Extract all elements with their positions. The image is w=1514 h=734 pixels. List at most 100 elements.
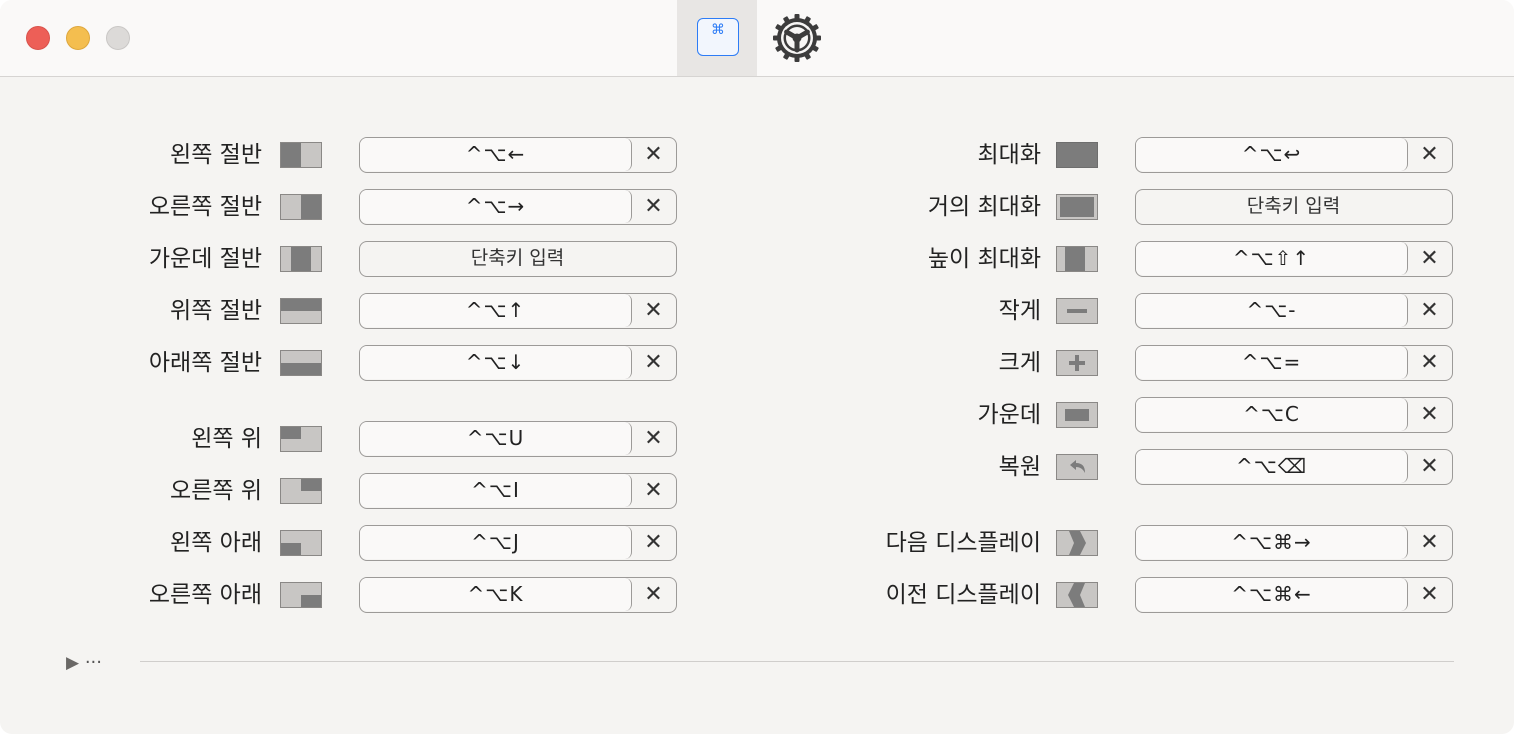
shortcut-value[interactable]: ^⌥↓	[360, 346, 632, 379]
clear-shortcut-button[interactable]: ✕	[632, 474, 675, 507]
shortcut-recorder[interactable]: ^⌥= ✕	[1135, 345, 1453, 381]
clear-shortcut-button[interactable]: ✕	[1408, 578, 1451, 611]
center-half-icon	[280, 246, 322, 272]
action-label: 오른쪽 아래	[148, 582, 262, 608]
clear-shortcut-button[interactable]: ✕	[1408, 242, 1451, 275]
action-row-larger: 크게 ^⌥= ✕	[700, 345, 1456, 381]
shortcut-value[interactable]: ^⌥⌫	[1136, 450, 1408, 483]
action-label: 복원	[998, 454, 1041, 480]
maximize-height-icon	[1056, 246, 1098, 272]
bottom-left-icon	[280, 530, 322, 556]
action-label: 다음 디스플레이	[885, 530, 1041, 556]
larger-icon	[1056, 350, 1098, 376]
shortcut-placeholder[interactable]: 단축키 입력	[1136, 190, 1451, 223]
shortcut-placeholder[interactable]: 단축키 입력	[360, 242, 675, 275]
shortcut-value[interactable]: ^⌥⌘←	[1136, 578, 1408, 611]
action-row-almost-maximize: 거의 최대화 단축키 입력	[700, 189, 1456, 225]
clear-shortcut-button[interactable]: ✕	[632, 346, 675, 379]
keyboard-command-icon: ⌘	[697, 18, 739, 56]
action-label: 크게	[998, 350, 1041, 376]
action-row-top-right: 오른쪽 위 ^⌥I ✕	[0, 473, 680, 509]
shortcut-value[interactable]: ^⌥↩	[1136, 138, 1408, 171]
clear-shortcut-button[interactable]: ✕	[632, 294, 675, 327]
action-row-bottom-left: 왼쪽 아래 ^⌥J ✕	[0, 525, 680, 561]
center-icon	[1056, 402, 1098, 428]
clear-shortcut-button[interactable]: ✕	[632, 190, 675, 223]
shortcut-recorder[interactable]: ^⌥C ✕	[1135, 397, 1453, 433]
tab-keyboard-shortcuts[interactable]: ⌘	[677, 0, 757, 76]
action-row-center-half: 가운데 절반 단축키 입력	[0, 241, 680, 277]
zoom-window-button[interactable]	[106, 26, 130, 50]
shortcut-recorder[interactable]: ^⌥→ ✕	[359, 189, 677, 225]
action-row-restore: 복원 ^⌥⌫ ✕	[700, 449, 1456, 485]
action-row-bottom-right: 오른쪽 아래 ^⌥K ✕	[0, 577, 680, 613]
tab-preferences[interactable]	[757, 0, 837, 76]
shortcut-recorder[interactable]: 단축키 입력	[359, 241, 677, 277]
shortcut-recorder[interactable]: ^⌥↑ ✕	[359, 293, 677, 329]
action-label: 위쪽 절반	[170, 298, 262, 324]
clear-shortcut-button[interactable]: ✕	[1408, 526, 1451, 559]
action-label: 가운데 절반	[148, 246, 262, 272]
action-row-top-half: 위쪽 절반 ^⌥↑ ✕	[0, 293, 680, 329]
action-row-top-left: 왼쪽 위 ^⌥U ✕	[0, 421, 680, 457]
footer-divider	[140, 661, 1454, 662]
shortcut-recorder[interactable]: ^⌥I ✕	[359, 473, 677, 509]
close-window-button[interactable]	[26, 26, 50, 50]
shortcut-value[interactable]: ^⌥I	[360, 474, 632, 507]
shortcut-recorder[interactable]: ^⌥↓ ✕	[359, 345, 677, 381]
more-options-disclosure[interactable]: ▶ ···	[66, 652, 102, 674]
shortcut-value[interactable]: ^⌥K	[360, 578, 632, 611]
gear-icon	[773, 14, 821, 62]
action-label: 오른쪽 위	[170, 478, 262, 504]
clear-shortcut-button[interactable]: ✕	[1408, 346, 1451, 379]
clear-shortcut-button[interactable]: ✕	[632, 578, 675, 611]
action-label: 높이 최대화	[927, 246, 1041, 272]
action-row-maximize: 최대화 ^⌥↩ ✕	[700, 137, 1456, 173]
disclosure-triangle-icon[interactable]: ▶	[66, 653, 79, 673]
shortcut-recorder[interactable]: ^⌥U ✕	[359, 421, 677, 457]
shortcut-value[interactable]: ^⌥⇧↑	[1136, 242, 1408, 275]
shortcut-recorder[interactable]: ^⌥⌘← ✕	[1135, 577, 1453, 613]
shortcut-recorder[interactable]: ^⌥⌫ ✕	[1135, 449, 1453, 485]
clear-shortcut-button[interactable]: ✕	[632, 526, 675, 559]
clear-shortcut-button[interactable]: ✕	[1408, 450, 1451, 483]
top-right-icon	[280, 478, 322, 504]
settings-window: ⌘ 왼쪽 절반 ^⌥← ✕ 오른쪽 절반 ^⌥→ ✕ 가운데 절반 단축키 입력…	[0, 0, 1514, 734]
shortcut-value[interactable]: ^⌥U	[360, 422, 632, 455]
shortcut-value[interactable]: ^⌥←	[360, 138, 632, 171]
clear-shortcut-button[interactable]: ✕	[1408, 398, 1451, 431]
shortcut-value[interactable]: ^⌥↑	[360, 294, 632, 327]
top-left-icon	[280, 426, 322, 452]
action-row-previous-display: 이전 디스플레이 ^⌥⌘← ✕	[700, 577, 1456, 613]
shortcut-recorder[interactable]: 단축키 입력	[1135, 189, 1453, 225]
clear-shortcut-button[interactable]: ✕	[1408, 294, 1451, 327]
shortcut-recorder[interactable]: ^⌥↩ ✕	[1135, 137, 1453, 173]
shortcut-recorder[interactable]: ^⌥← ✕	[359, 137, 677, 173]
title-bar: ⌘	[0, 0, 1514, 77]
shortcut-value[interactable]: ^⌥-	[1136, 294, 1408, 327]
shortcut-value[interactable]: ^⌥⌘→	[1136, 526, 1408, 559]
shortcut-recorder[interactable]: ^⌥K ✕	[359, 577, 677, 613]
minimize-window-button[interactable]	[66, 26, 90, 50]
action-label: 왼쪽 아래	[170, 530, 262, 556]
shortcut-value[interactable]: ^⌥=	[1136, 346, 1408, 379]
right-half-icon	[280, 194, 322, 220]
shortcut-value[interactable]: ^⌥C	[1136, 398, 1408, 431]
shortcut-recorder[interactable]: ^⌥⇧↑ ✕	[1135, 241, 1453, 277]
clear-shortcut-button[interactable]: ✕	[632, 422, 675, 455]
shortcut-recorder[interactable]: ^⌥- ✕	[1135, 293, 1453, 329]
action-label: 최대화	[977, 142, 1041, 168]
shortcut-value[interactable]: ^⌥→	[360, 190, 632, 223]
shortcut-recorder[interactable]: ^⌥J ✕	[359, 525, 677, 561]
clear-shortcut-button[interactable]: ✕	[632, 138, 675, 171]
action-row-center: 가운데 ^⌥C ✕	[700, 397, 1456, 433]
previous-display-icon	[1056, 582, 1098, 608]
action-row-next-display: 다음 디스플레이 ^⌥⌘→ ✕	[700, 525, 1456, 561]
action-label: 이전 디스플레이	[885, 582, 1041, 608]
more-label[interactable]: ···	[85, 652, 102, 673]
restore-icon	[1056, 454, 1098, 480]
shortcut-recorder[interactable]: ^⌥⌘→ ✕	[1135, 525, 1453, 561]
bottom-right-icon	[280, 582, 322, 608]
clear-shortcut-button[interactable]: ✕	[1408, 138, 1451, 171]
shortcut-value[interactable]: ^⌥J	[360, 526, 632, 559]
